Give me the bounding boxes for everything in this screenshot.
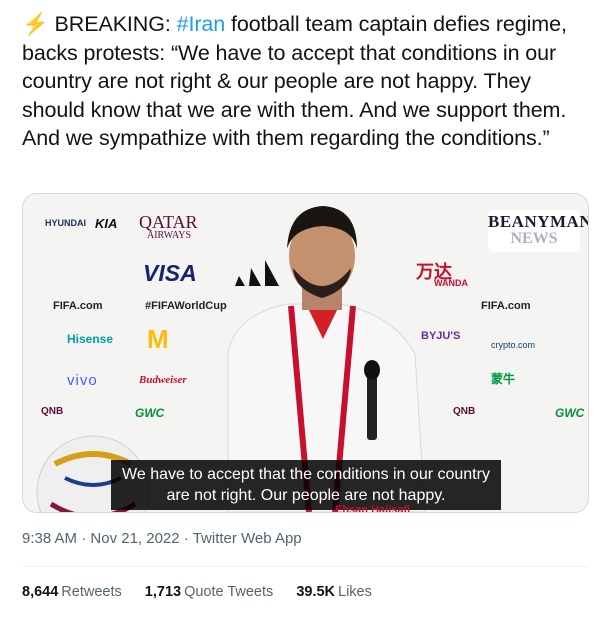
- likes-stat[interactable]: 39.5K Likes: [296, 584, 372, 600]
- quote-tweets-label: Quote Tweets: [184, 584, 274, 600]
- watermark-line2: NEWS: [510, 230, 558, 247]
- subtitle-line2: are not right. Our people are not happy.: [166, 487, 446, 504]
- divider-top: [22, 566, 588, 567]
- subtitle-line1: We have to accept that the conditions in…: [122, 466, 490, 483]
- lightning-icon: ⚡: [22, 12, 49, 36]
- breaking-label: BREAKING:: [54, 12, 177, 36]
- meta-separator: ·: [77, 530, 91, 547]
- likes-count: 39.5K: [296, 584, 336, 600]
- beanyman-news-watermark: BEANYMAN NEWS: [488, 210, 589, 252]
- retweets-stat[interactable]: 8,644 Retweets: [22, 584, 122, 600]
- tweet-meta: 9:38 AM · Nov 21, 2022 · Twitter Web App: [22, 530, 302, 547]
- speaker-caption: Ehsan Hajisafi: [335, 504, 411, 513]
- video-subtitle: We have to accept that the conditions in…: [111, 460, 501, 510]
- retweets-count: 8,644: [22, 584, 59, 600]
- tweet-date[interactable]: Nov 21, 2022: [90, 530, 179, 547]
- tweet-time[interactable]: 9:38 AM: [22, 530, 77, 547]
- quote-tweets-stat[interactable]: 1,713 Quote Tweets: [145, 584, 274, 600]
- meta-separator: ·: [179, 530, 193, 547]
- likes-label: Likes: [338, 584, 372, 600]
- tweet-source[interactable]: Twitter Web App: [193, 530, 302, 547]
- tweet-stats: 8,644 Retweets 1,713 Quote Tweets 39.5K Lik…: [22, 584, 391, 600]
- watermark-line1: BEANYMAN: [488, 212, 589, 231]
- tweet-text: ⚡ BREAKING: #Iran football team captain …: [22, 10, 588, 153]
- quote-tweets-count: 1,713: [144, 584, 182, 600]
- retweets-label: Retweets: [61, 584, 122, 600]
- hashtag-iran-link[interactable]: #Iran: [177, 12, 226, 36]
- tweet-video[interactable]: HYUNDAI KIA QATAR AIRWAYS VISA 万达 WANDA …: [22, 193, 589, 513]
